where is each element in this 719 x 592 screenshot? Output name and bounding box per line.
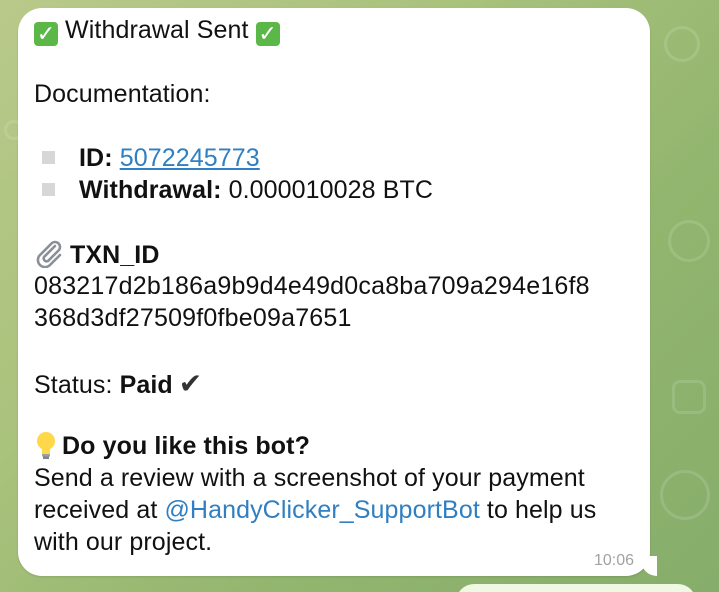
background-doodle-3 — [672, 380, 706, 414]
status-label: Status: — [34, 371, 113, 399]
support-bot-mention-link[interactable]: @HandyClicker_SupportBot — [164, 496, 479, 524]
review-line-1: Send a review with a screenshot of your … — [34, 464, 585, 492]
heavy-check-mark-icon: ✔ — [178, 368, 203, 399]
bullet-square-icon — [42, 151, 55, 164]
check-mark-button-icon: ✓ — [255, 22, 280, 46]
question-text: Do you like this bot? — [62, 432, 310, 460]
paperclip-icon — [36, 240, 62, 268]
id-row: ID: 5072245773 — [34, 142, 634, 174]
id-label: ID: — [79, 144, 113, 172]
bullet-square-icon — [42, 183, 55, 196]
check-mark-button-icon: ✓ — [34, 22, 58, 46]
txn-id-line-1[interactable]: 083217d2b186a9b9d4e49d0ca8ba709a294e16f8 — [34, 270, 634, 302]
txn-id-line-2[interactable]: 368d3df27509f0fbe09a7651 — [34, 302, 634, 334]
withdrawal-label: Withdrawal: — [79, 176, 222, 204]
message-title-line: ✓ Withdrawal Sent ✓ — [34, 14, 634, 46]
question-row: Do you like this bot? — [34, 430, 634, 462]
light-bulb-icon — [37, 432, 55, 459]
documentation-label: Documentation: — [34, 80, 211, 108]
review-line-2: received at @HandyClicker_SupportBot to … — [34, 494, 634, 526]
review-prefix: received at — [34, 496, 165, 524]
review-line-3: with our project. — [34, 528, 213, 556]
message-content: ✓ Withdrawal Sent ✓ Documentation: ID: 5… — [34, 14, 634, 558]
status-value: Paid — [119, 371, 173, 399]
status-row: Status: Paid ✔ — [34, 366, 634, 402]
background-doodle-1 — [664, 26, 700, 62]
message-title: Withdrawal Sent — [65, 16, 249, 44]
background-doodle-4 — [660, 470, 710, 520]
background-doodle-2 — [668, 220, 710, 262]
review-suffix: to help us — [479, 496, 597, 524]
withdrawal-value: 0.000010028 BTC — [228, 176, 434, 204]
txn-header: TXN_ID — [34, 238, 634, 270]
message-bubble-tail — [641, 556, 657, 576]
txn-label: TXN_ID — [70, 241, 160, 269]
withdrawal-row: Withdrawal: 0.000010028 BTC — [34, 174, 634, 206]
id-link[interactable]: 5072245773 — [120, 144, 260, 172]
next-message-bubble-edge — [456, 584, 696, 592]
